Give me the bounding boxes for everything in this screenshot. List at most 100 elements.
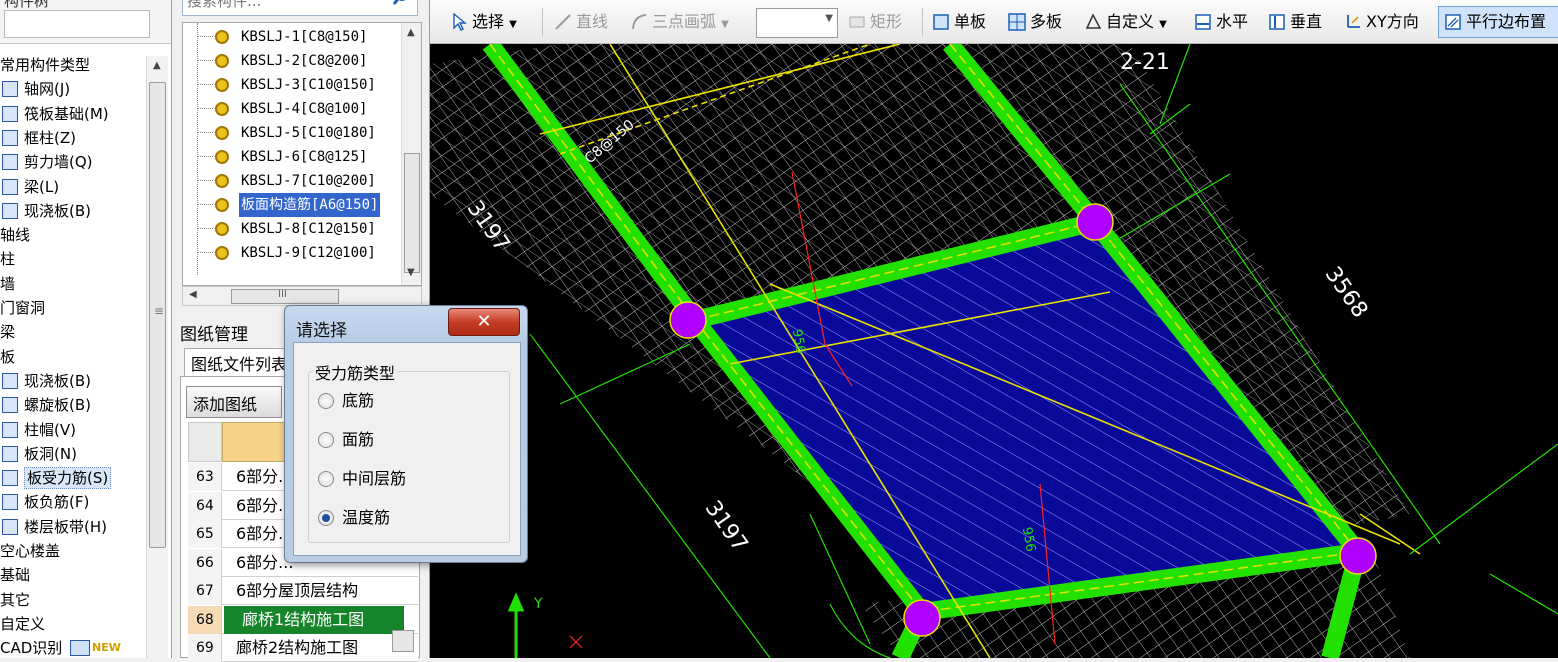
row-index: 67 bbox=[188, 577, 222, 605]
xy-direction-button[interactable]: XY方向 bbox=[1344, 8, 1419, 36]
table-row[interactable]: 68 廊桥1结构施工图 bbox=[188, 605, 418, 634]
sidebar-item-label: 楼层板带(H) bbox=[24, 517, 107, 536]
hscroll-grip: III bbox=[278, 289, 287, 300]
arc-tool-button[interactable]: 三点画弧 ▼ bbox=[630, 8, 729, 36]
sidebar-item-label: 板洞(N) bbox=[24, 444, 77, 463]
search-placeholder: 搜索构件... bbox=[187, 0, 262, 10]
row-index: 64 bbox=[188, 491, 222, 520]
line-label: 直线 bbox=[576, 12, 609, 31]
custom-dropdown-icon[interactable]: ▼ bbox=[1159, 19, 1167, 30]
hscroll-left-icon[interactable]: ◀ bbox=[189, 289, 197, 300]
select-tool-button[interactable]: 选择 ▼ bbox=[450, 8, 517, 36]
tree-scrollbar[interactable]: ▲ ≡ bbox=[146, 56, 168, 658]
gear-icon bbox=[215, 102, 229, 116]
scroll-up-icon[interactable]: ▲ bbox=[153, 60, 161, 71]
sidebar-item-label: 框柱(Z) bbox=[24, 128, 76, 147]
sidebar-item-label: 墙 bbox=[0, 274, 16, 293]
radio-label: 温度筋 bbox=[342, 508, 391, 527]
horizontal-button[interactable]: 水平 bbox=[1194, 8, 1248, 36]
table-header-index[interactable] bbox=[188, 422, 222, 462]
line-tool-button[interactable]: 直线 bbox=[554, 8, 608, 36]
sidebar-item-label: 梁(L) bbox=[24, 177, 60, 196]
select-dropdown-icon[interactable]: ▼ bbox=[509, 19, 517, 30]
scroll-thumb[interactable]: ≡ bbox=[149, 82, 166, 548]
sidebar-item-label: 基础 bbox=[0, 566, 31, 585]
gear-icon bbox=[215, 54, 229, 68]
tool-option-combo[interactable]: ▼ bbox=[756, 8, 838, 38]
sidebar-item-label: 现浇板(B) bbox=[24, 371, 91, 390]
gear-icon bbox=[215, 126, 229, 140]
sidebar-item-label: 筏板基础(M) bbox=[24, 104, 109, 123]
slab-rebar-icon bbox=[2, 470, 18, 487]
sidebar-item-label: 门窗洞 bbox=[0, 299, 46, 317]
component-search-input[interactable]: 搜索构件... bbox=[182, 0, 418, 16]
arc-dropdown-icon[interactable]: ▼ bbox=[721, 19, 729, 30]
single-slab-button[interactable]: 单板 bbox=[932, 8, 986, 36]
sidebar-item-label: 空心楼盖 bbox=[0, 542, 61, 560]
group-title: 受力筋类型 bbox=[312, 360, 399, 384]
vertical-button[interactable]: 垂直 bbox=[1268, 8, 1322, 36]
parallel-label: 平行边布置 bbox=[1466, 12, 1547, 31]
sidebar-item-label: 梁 bbox=[0, 323, 16, 342]
toolbar-separator bbox=[542, 8, 543, 36]
multi-slab-icon bbox=[1008, 13, 1026, 31]
parallel-edge-button[interactable]: 平行边布置 bbox=[1444, 8, 1546, 36]
tree-connector bbox=[197, 228, 213, 229]
combo-arrow-icon[interactable]: ▼ bbox=[825, 13, 833, 24]
radio-label: 中间层筋 bbox=[342, 469, 407, 488]
single-label: 单板 bbox=[954, 12, 987, 31]
multi-slab-button[interactable]: 多板 bbox=[1008, 8, 1062, 36]
rect-tool-button[interactable]: 矩形 bbox=[848, 8, 902, 36]
row-drawing-name: 6部分屋顶层结构 bbox=[236, 581, 359, 600]
gear-icon bbox=[215, 150, 229, 164]
draw-toolbar: 选择 ▼ 直线 三点画弧 ▼ ▼ 矩形 单板 多板 自定义 ▼ 水平 垂直 XY… bbox=[430, 0, 1558, 44]
raft-foundation-icon bbox=[2, 105, 18, 122]
frame-column-icon bbox=[2, 129, 18, 146]
vertical-label: 垂直 bbox=[1290, 12, 1323, 31]
radio-button-icon[interactable] bbox=[318, 471, 334, 487]
line-icon bbox=[555, 14, 571, 30]
cursor-icon bbox=[453, 13, 467, 31]
rebar-type-group bbox=[308, 371, 510, 543]
sidebar-item-label: 自定义 bbox=[0, 614, 46, 633]
cast-slab-2-icon bbox=[2, 372, 18, 389]
arc-icon bbox=[632, 14, 647, 30]
component-type-tree: 构件树 常用构件类型 轴网(J) 筏板基础(M) 框柱(Z) 剪力墙(Q) 梁(L) 现浇板… bbox=[0, 0, 172, 658]
sidebar-item-label: 板负筋(F) bbox=[24, 493, 90, 512]
slab-hole-icon bbox=[2, 445, 18, 462]
sidebar-item-label: 螺旋板(B) bbox=[24, 396, 91, 415]
row-index: 68 bbox=[188, 605, 222, 634]
sidebar-item-label: 柱帽(V) bbox=[24, 420, 76, 439]
radio-button-icon[interactable] bbox=[318, 432, 334, 448]
vscroll-up-icon[interactable]: ▲ bbox=[407, 27, 415, 38]
drawing-canvas[interactable]: 2-21 3197 3568 3197 C8@150 Y 956 956 bbox=[430, 44, 1558, 658]
rectangle-icon bbox=[849, 16, 865, 28]
sidebar-item-label: CAD识别 bbox=[0, 639, 63, 658]
component-item-label: KBSLJ-2[C8@200] bbox=[241, 53, 368, 69]
hscroll-thumb[interactable]: III bbox=[231, 289, 339, 304]
tree-filter-box[interactable] bbox=[4, 10, 150, 38]
tab-drawing-file-list[interactable]: 图纸文件列表 bbox=[184, 348, 294, 378]
tree-connector bbox=[197, 108, 213, 109]
dialog-title: 请选择 bbox=[296, 321, 347, 341]
cad-drawing bbox=[430, 44, 1558, 658]
drawing-table-scroll-thumb[interactable] bbox=[392, 630, 414, 652]
component-tree-vscrollbar[interactable]: ▲ ▼ bbox=[401, 23, 421, 285]
shear-wall-icon bbox=[2, 154, 18, 171]
custom-slab-button[interactable]: 自定义 ▼ bbox=[1084, 8, 1167, 36]
sidebar-item-label: 剪力墙(Q) bbox=[24, 153, 93, 172]
component-tree-hscrollbar[interactable]: ◀ III bbox=[182, 286, 422, 306]
close-icon[interactable]: ✕ bbox=[448, 308, 520, 336]
row-index: 66 bbox=[188, 548, 222, 577]
radio-button-icon[interactable] bbox=[318, 510, 334, 526]
component-item-label: KBSLJ-6[C8@125] bbox=[241, 149, 368, 165]
drawing-manager-title: 图纸管理 bbox=[180, 325, 248, 345]
sidebar-item-label: 常用构件类型 bbox=[0, 56, 91, 74]
table-row[interactable]: 67 6部分屋顶层结构 bbox=[188, 577, 418, 605]
sidebar-item-label: 柱 bbox=[0, 250, 16, 269]
vscroll-down-icon[interactable]: ▼ bbox=[407, 267, 415, 278]
radio-button-icon[interactable] bbox=[318, 393, 334, 409]
add-drawing-button[interactable]: 添加图纸 bbox=[186, 386, 282, 418]
vscroll-thumb[interactable] bbox=[404, 153, 420, 273]
search-icon[interactable] bbox=[391, 0, 413, 7]
